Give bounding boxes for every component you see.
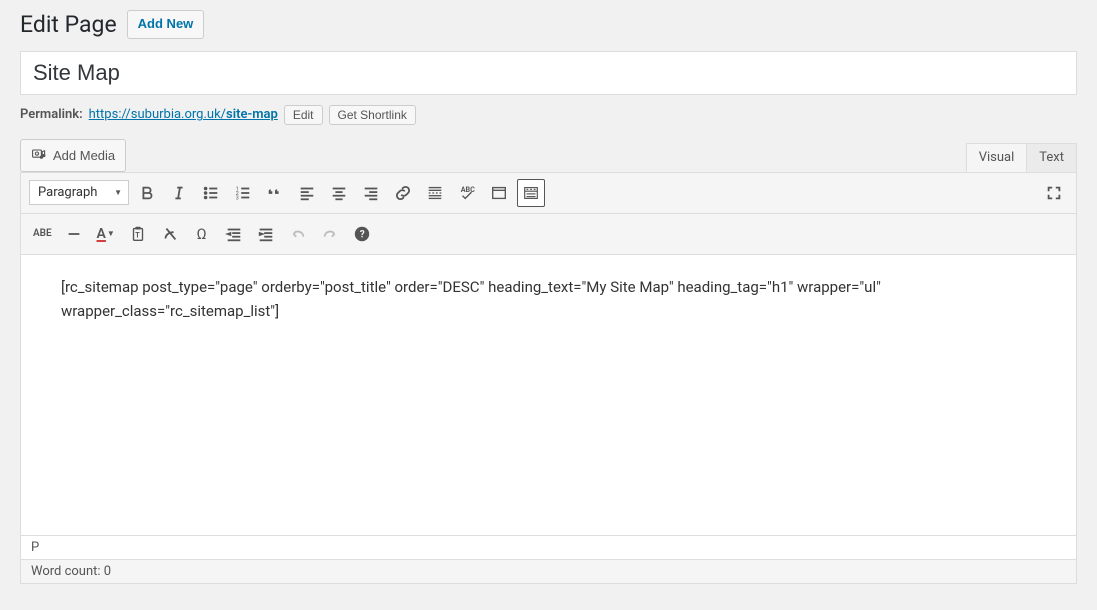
toolbar-toggle-button[interactable]	[517, 179, 545, 207]
get-shortlink-button[interactable]: Get Shortlink	[329, 105, 416, 125]
permalink-link[interactable]: https://suburbia.org.uk/site-map	[89, 107, 278, 122]
spellcheck-button[interactable]: ABC	[453, 179, 481, 207]
permalink-edit-button[interactable]: Edit	[284, 105, 323, 125]
fullscreen-button[interactable]	[485, 179, 513, 207]
page-title: Edit Page	[20, 11, 117, 38]
distraction-free-button[interactable]	[1040, 179, 1068, 207]
bold-button[interactable]	[133, 179, 161, 207]
tab-text[interactable]: Text	[1027, 143, 1077, 172]
text-color-button[interactable]: A▼	[92, 220, 120, 248]
indent-button[interactable]	[252, 220, 280, 248]
paste-text-button[interactable]: T	[124, 220, 152, 248]
link-button[interactable]	[389, 179, 417, 207]
svg-text:?: ?	[359, 229, 364, 240]
editor-container: Paragraph 123 ABC ABE A▼ T Ω ? [rc_sitem…	[20, 172, 1077, 584]
italic-button[interactable]	[165, 179, 193, 207]
editor-element-path: P	[21, 535, 1076, 559]
read-more-button[interactable]	[421, 179, 449, 207]
word-count-bar: Word count: 0	[21, 559, 1076, 583]
tab-visual[interactable]: Visual	[966, 143, 1028, 172]
undo-button[interactable]	[284, 220, 312, 248]
align-left-button[interactable]	[293, 179, 321, 207]
post-title-input[interactable]	[20, 51, 1077, 95]
redo-button[interactable]	[316, 220, 344, 248]
horizontal-rule-button[interactable]	[60, 220, 88, 248]
strikethrough-button[interactable]: ABE	[29, 220, 56, 248]
add-media-button[interactable]: Add Media	[20, 139, 126, 172]
help-button[interactable]: ?	[348, 220, 376, 248]
editor-content-area[interactable]: [rc_sitemap post_type="page" orderby="po…	[21, 255, 1076, 535]
align-center-button[interactable]	[325, 179, 353, 207]
blockquote-button[interactable]	[261, 179, 289, 207]
toolbar-row-2: ABE A▼ T Ω ?	[21, 214, 1076, 255]
add-new-button[interactable]: Add New	[127, 10, 205, 39]
format-select[interactable]: Paragraph	[29, 180, 129, 205]
add-media-label: Add Media	[53, 148, 115, 163]
outdent-button[interactable]	[220, 220, 248, 248]
align-right-button[interactable]	[357, 179, 385, 207]
permalink-label: Permalink:	[20, 107, 83, 122]
camera-music-icon	[31, 146, 47, 165]
svg-text:T: T	[135, 230, 140, 239]
numbered-list-button[interactable]: 123	[229, 179, 257, 207]
clear-formatting-button[interactable]	[156, 220, 184, 248]
special-character-button[interactable]: Ω	[188, 220, 216, 248]
bullet-list-button[interactable]	[197, 179, 225, 207]
svg-text:3: 3	[236, 195, 239, 201]
svg-text:ABC: ABC	[461, 185, 475, 194]
toolbar-row-1: Paragraph 123 ABC	[21, 173, 1076, 214]
